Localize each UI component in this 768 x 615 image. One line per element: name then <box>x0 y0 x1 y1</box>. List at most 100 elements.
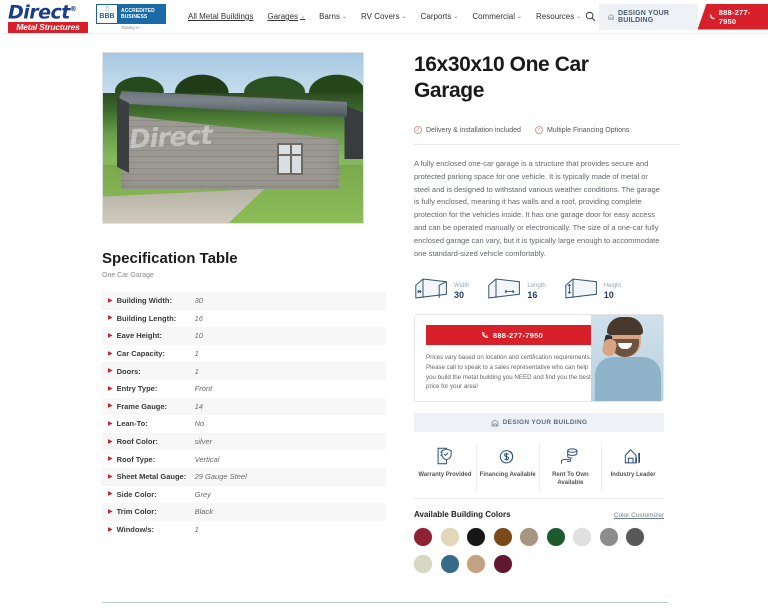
color-swatch-black[interactable] <box>467 528 485 547</box>
nav-label: RV Covers <box>361 12 400 21</box>
chevron-down-icon: ⌄ <box>401 14 407 20</box>
spec-value: 1 <box>194 525 199 535</box>
nav-label: Carports <box>420 12 452 21</box>
spec-label: Roof Color: <box>116 437 158 447</box>
available-colors-header: Available Building Colors Color Customiz… <box>414 510 664 519</box>
spec-label: Frame Gauge: <box>116 401 168 411</box>
spec-value: 30 <box>194 296 203 306</box>
table-row: ▶ Car Capacity: 1 <box>102 344 386 363</box>
length-building-icon <box>488 278 521 299</box>
bullet-arrow-icon: ▶ <box>108 491 113 498</box>
dimension-width-text: Width 30 <box>454 282 469 300</box>
financing-icon <box>499 450 513 464</box>
table-row: ▶ Window/s: 1 <box>102 520 386 539</box>
dimension-height-text: Height 10 <box>604 282 621 300</box>
bullet-arrow-icon: ▶ <box>108 332 113 339</box>
check-circle-icon: ✓ <box>534 126 543 134</box>
dimension-value: 30 <box>454 290 465 301</box>
design-your-building-button[interactable]: DESIGN YOUR BUILDING <box>598 3 698 30</box>
sales-rep-photo <box>591 315 663 402</box>
rent-to-own-icon <box>561 448 578 465</box>
feature-label: Multiple Financing Options <box>546 126 630 134</box>
feature-financing: ✓ Multiple Financing Options <box>534 126 630 134</box>
chevron-down-icon: ⌄ <box>453 14 459 20</box>
table-row: ▶ Building Length: 16 <box>102 309 386 328</box>
spec-value: Front <box>194 384 213 394</box>
spec-label: Building Length: <box>116 313 177 323</box>
bullet-arrow-icon: ▶ <box>108 385 113 392</box>
spec-value: Vertical <box>194 454 220 464</box>
table-row: ▶ Lean-To: No <box>102 415 386 433</box>
color-swatch-barn-red[interactable] <box>414 528 432 547</box>
badge-label: Rent To Own Available <box>552 472 589 487</box>
color-swatch-gray[interactable] <box>599 528 618 547</box>
width-building-icon <box>415 278 447 299</box>
color-swatch-forest-green[interactable] <box>546 528 565 547</box>
badge-industry-leader[interactable]: Industry Leader <box>602 442 664 491</box>
page-title: 16x30x10 One Car Garage <box>414 53 589 102</box>
bullet-arrow-icon: ▶ <box>108 456 113 463</box>
building-icon <box>608 13 614 20</box>
header-phone-button[interactable]: 888-277-7950 <box>697 3 768 30</box>
table-row: ▶ Sheet Metal Gauge: 29 Gauge Steel <box>102 467 386 486</box>
specification-table-subtitle: One Car Garage <box>102 272 154 279</box>
cta-phone-button[interactable]: 888-277-7950 <box>426 325 598 346</box>
available-colors-title: Available Building Colors <box>414 510 511 520</box>
spec-label: Lean-To: <box>116 419 148 429</box>
phone-icon <box>709 14 715 19</box>
bullet-arrow-icon: ▶ <box>108 438 113 445</box>
nav-item-commercial[interactable]: Commercial ⌄ <box>472 12 522 21</box>
product-image[interactable]: Direct <box>102 52 364 224</box>
spec-label: Sheet Metal Gauge: <box>116 472 187 482</box>
nav-item-all-metal-buildings[interactable]: All Metal Buildings <box>188 12 253 21</box>
color-swatch-burgundy[interactable] <box>493 554 512 573</box>
color-customizer-link[interactable]: Color Customizer <box>614 512 664 519</box>
spec-label: Side Color: <box>116 489 157 499</box>
spec-label: Window/s: <box>116 525 155 535</box>
site-logo[interactable]: Direct® Metal Structures <box>8 0 88 34</box>
color-swatch-beige[interactable] <box>440 528 459 547</box>
left-column: Direct Specification Table One Car Garag… <box>0 52 400 573</box>
badge-financing[interactable]: Financing Available <box>477 442 540 492</box>
spec-value: No <box>194 419 205 429</box>
header-actions: DESIGN YOUR BUILDING 888-277-7950 <box>581 0 768 33</box>
bbb-abbr-text: BBB <box>99 13 115 20</box>
design-banner-label: DESIGN YOUR BUILDING <box>502 419 588 427</box>
spec-value: Grey <box>194 489 211 499</box>
nav-item-garages[interactable]: Garages ⌄ <box>267 12 305 21</box>
badge-label: Warranty Provided <box>418 472 472 479</box>
cta-phone-label: 888-277-7950 <box>492 330 544 340</box>
chevron-down-icon: ⌄ <box>342 14 348 20</box>
color-swatch-white[interactable] <box>573 528 591 547</box>
nav-item-barns[interactable]: Barns ⌄ <box>319 12 347 21</box>
table-row: ▶ Side Color: Grey <box>102 485 386 504</box>
cta-description: Prices vary based on location and certif… <box>426 354 592 391</box>
rep-body <box>595 357 661 402</box>
color-swatch-charcoal-gray[interactable] <box>626 528 644 547</box>
badge-label: Financing Available <box>479 472 536 479</box>
bbb-rating-text: Rating A- <box>121 24 141 30</box>
color-swatch-tan[interactable] <box>467 554 485 573</box>
color-swatch-brown[interactable] <box>493 528 512 547</box>
spec-label: Roof Type: <box>116 454 156 464</box>
spec-value: 1 <box>194 349 199 359</box>
garage-roof <box>117 91 347 117</box>
color-swatch-taupe[interactable] <box>520 528 538 547</box>
color-swatch-steel-blue[interactable] <box>440 554 459 573</box>
bullet-arrow-icon: ▶ <box>108 420 113 427</box>
badge-warranty[interactable]: Warranty Provided <box>414 442 477 492</box>
image-watermark: Direct <box>128 120 213 156</box>
call-to-action-card: 888-277-7950 Prices vary based on locati… <box>414 314 664 403</box>
table-row: ▶ Roof Color: silver <box>102 432 386 451</box>
logo-registered-mark: ® <box>69 4 77 13</box>
bottom-divider <box>102 602 668 603</box>
nav-item-rv-covers[interactable]: RV Covers ⌄ <box>361 12 407 21</box>
bbb-accredited-badge[interactable]: ☃ BBB ACCREDITED BUSINESS Rating A- <box>96 3 166 30</box>
badge-rent-to-own[interactable]: Rent To Own Available <box>540 442 603 492</box>
nav-item-resources[interactable]: Resources ⌄ <box>536 12 581 21</box>
design-your-building-banner[interactable]: DESIGN YOUR BUILDING <box>414 413 664 433</box>
color-swatch-light-sage[interactable] <box>414 554 432 573</box>
nav-item-carports[interactable]: Carports ⌄ <box>421 12 459 21</box>
search-icon[interactable] <box>581 11 598 22</box>
bbb-torch-logo: ☃ BBB <box>96 3 118 24</box>
